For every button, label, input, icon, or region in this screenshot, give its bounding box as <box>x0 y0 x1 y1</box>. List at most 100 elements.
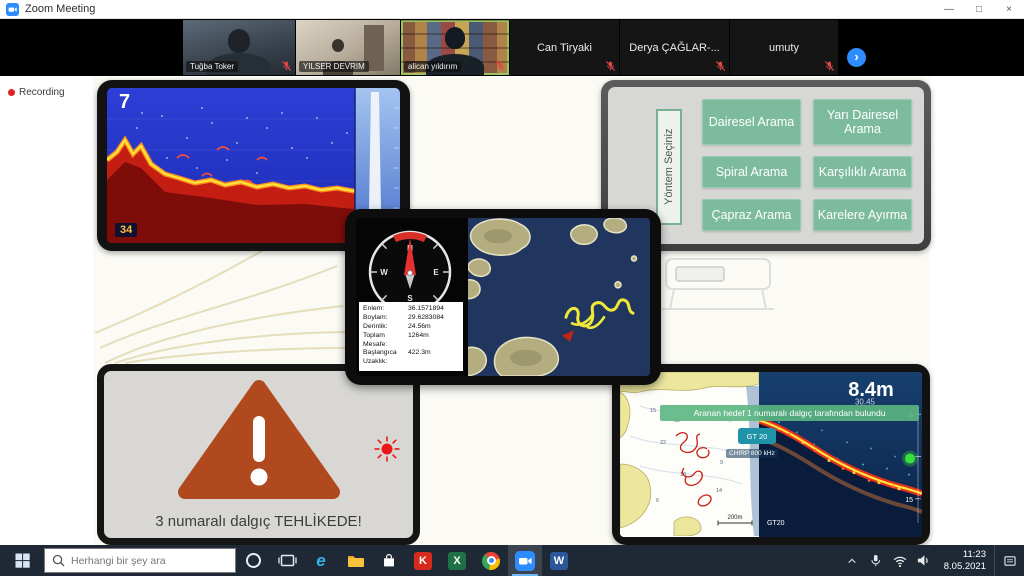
taskbar-search[interactable] <box>44 548 236 573</box>
telemetry-box: Enlem:36.1571894 Boylam:29.6283084 Derin… <box>359 302 463 371</box>
zoom-meeting-window: Zoom Meeting — □ × Tuğba Toker YILSER DE… <box>0 0 1024 576</box>
method-button-capraz[interactable]: Çapraz Arama <box>702 199 801 231</box>
method-button-karelere[interactable]: Karelere Ayırma <box>813 199 912 231</box>
compass-panel: N E S W Enlem:36.1571894 Boylam:29.62830… <box>356 218 468 376</box>
telemetry-label: Enlem: <box>363 305 406 314</box>
edge-icon: e <box>316 551 325 571</box>
taskbar-icon-word[interactable]: W <box>542 545 576 576</box>
taskbar-icon-store[interactable] <box>372 545 406 576</box>
participant-tile[interactable]: umuty <box>730 20 838 75</box>
action-center-icon <box>1002 553 1018 569</box>
participant-tile[interactable]: Tuğba Toker <box>183 20 295 75</box>
next-participants-button[interactable]: › <box>847 48 866 67</box>
navigation-tablet: N E S W Enlem:36.1571894 Boylam:29.62830… <box>345 209 661 385</box>
system-tray: 11:23 8.05.2021 <box>840 545 1024 576</box>
sonar-bottom-value: 34 <box>115 223 137 237</box>
taskbar-icon-edge[interactable]: e <box>304 545 338 576</box>
store-icon <box>380 552 398 570</box>
start-button[interactable] <box>0 545 44 576</box>
sonar-depth-tick: 15 <box>905 497 913 504</box>
recording-label: Recording <box>19 87 65 98</box>
target-found-panel: 15 12 8 22 9 18 14 6 <box>612 364 930 545</box>
device-label-bottom: GT20 <box>767 520 785 527</box>
telemetry-value: 29.6283084 <box>408 314 459 323</box>
method-buttons: Dairesel Arama Yarı Dairesel Arama Spira… <box>702 99 912 231</box>
taskbar-icon-task-view[interactable] <box>270 545 304 576</box>
participant-tile[interactable]: Can Tiryaki <box>510 20 619 75</box>
tray-network[interactable] <box>888 545 912 576</box>
found-screen: 15 12 8 22 9 18 14 6 <box>620 372 922 537</box>
participant-name: Can Tiryaki <box>537 42 592 54</box>
window-controls: — □ × <box>934 0 1024 18</box>
chart-depth: 14 <box>716 488 722 494</box>
taskbar-icon-chrome[interactable] <box>474 545 508 576</box>
tray-volume[interactable] <box>912 545 936 576</box>
file-explorer-icon <box>346 551 365 570</box>
diver-alert-panel: 3 numaralı dalgıç TEHLİKEDE! <box>97 364 420 545</box>
telemetry-value: 422.3m <box>408 349 459 367</box>
mic-off-icon <box>281 60 292 72</box>
mic-off-icon <box>715 60 726 72</box>
taskbar-icon-zoom[interactable] <box>508 545 542 576</box>
participant-name: Tuğba Toker <box>186 61 238 72</box>
participant-tile[interactable]: YILSER DEVRIM <box>296 20 400 75</box>
telemetry-label: Derinlik: <box>363 323 406 332</box>
telemetry-value: 1264m <box>408 332 459 350</box>
tray-expand-button[interactable] <box>840 545 864 576</box>
minimize-button[interactable]: — <box>934 0 964 18</box>
method-button-spiral[interactable]: Spiral Arama <box>702 156 801 188</box>
cortana-icon <box>246 553 261 568</box>
telemetry-value: 24.56m <box>408 323 459 332</box>
maximize-button[interactable]: □ <box>964 0 994 18</box>
device-badge: GT 20 <box>738 428 776 444</box>
taskbar-icon-file-explorer[interactable] <box>338 545 372 576</box>
mic-off-icon <box>495 60 506 72</box>
navigation-screen: N E S W Enlem:36.1571894 Boylam:29.62830… <box>356 218 650 376</box>
participant-strip: Tuğba Toker YILSER DEVRIM alican yıldırı… <box>0 19 1024 76</box>
microphone-icon <box>868 553 883 568</box>
close-button[interactable]: × <box>994 0 1024 18</box>
participant-video <box>228 29 250 53</box>
participant-tile[interactable]: alican yıldırım <box>401 20 509 75</box>
plant-decoration <box>95 248 347 364</box>
chevron-up-icon <box>846 555 858 567</box>
clock-time: 11:23 <box>944 549 986 561</box>
method-button-dairesel[interactable]: Dairesel Arama <box>702 99 801 145</box>
taskbar-clock[interactable]: 11:23 8.05.2021 <box>936 549 994 573</box>
chrome-icon <box>482 552 500 570</box>
found-sonar: 5 10 15 8.4m 30.45 GT20 <box>759 372 922 537</box>
method-button-karsilikli[interactable]: Karşılıklı Arama <box>813 156 912 188</box>
search-icon <box>52 554 65 567</box>
mic-off-icon <box>824 60 835 72</box>
telemetry-label: Boylam: <box>363 314 406 323</box>
task-view-icon <box>278 551 297 570</box>
recording-indicator: Recording <box>8 87 65 98</box>
method-button-yari-dairesel[interactable]: Yarı Dairesel Arama <box>813 99 912 145</box>
warning-triangle-icon <box>174 376 344 506</box>
taskbar-icon-kaspersky[interactable]: K <box>406 545 440 576</box>
chirp-label: CHIRP 800 kHz <box>726 449 778 458</box>
taskbar-icon-cortana[interactable] <box>236 545 270 576</box>
telemetry-label: Toplam Mesafe: <box>363 332 406 350</box>
kaspersky-icon: K <box>414 552 432 570</box>
alert-message: 3 numaralı dalgıç TEHLİKEDE! <box>104 513 413 530</box>
zoom-app-icon <box>6 3 19 16</box>
action-center-button[interactable] <box>994 545 1024 576</box>
participant-name: umuty <box>769 42 799 54</box>
participant-tile[interactable]: Derya ÇAĞLAR-... <box>620 20 729 75</box>
found-sonar-graphic: 5 10 15 8.4m 30.45 GT20 <box>759 372 922 537</box>
search-input[interactable] <box>71 555 221 567</box>
rov-sketch-decoration <box>640 255 790 317</box>
tray-mic[interactable] <box>864 545 888 576</box>
taskbar: e K X W 11:23 <box>0 545 1024 576</box>
recording-dot <box>8 89 15 96</box>
compass-w: W <box>380 268 388 277</box>
taskbar-icon-excel[interactable]: X <box>440 545 474 576</box>
participant-name: alican yıldırım <box>404 61 461 72</box>
clock-date: 8.05.2021 <box>944 561 986 573</box>
wifi-icon <box>892 553 908 569</box>
target-found-banner: Aranan hedef 1 numaralı dalgıç tarafında… <box>660 405 919 421</box>
alarm-light-icon <box>373 435 401 463</box>
chart-depth: 9 <box>720 460 723 466</box>
compass-e: E <box>433 268 439 277</box>
